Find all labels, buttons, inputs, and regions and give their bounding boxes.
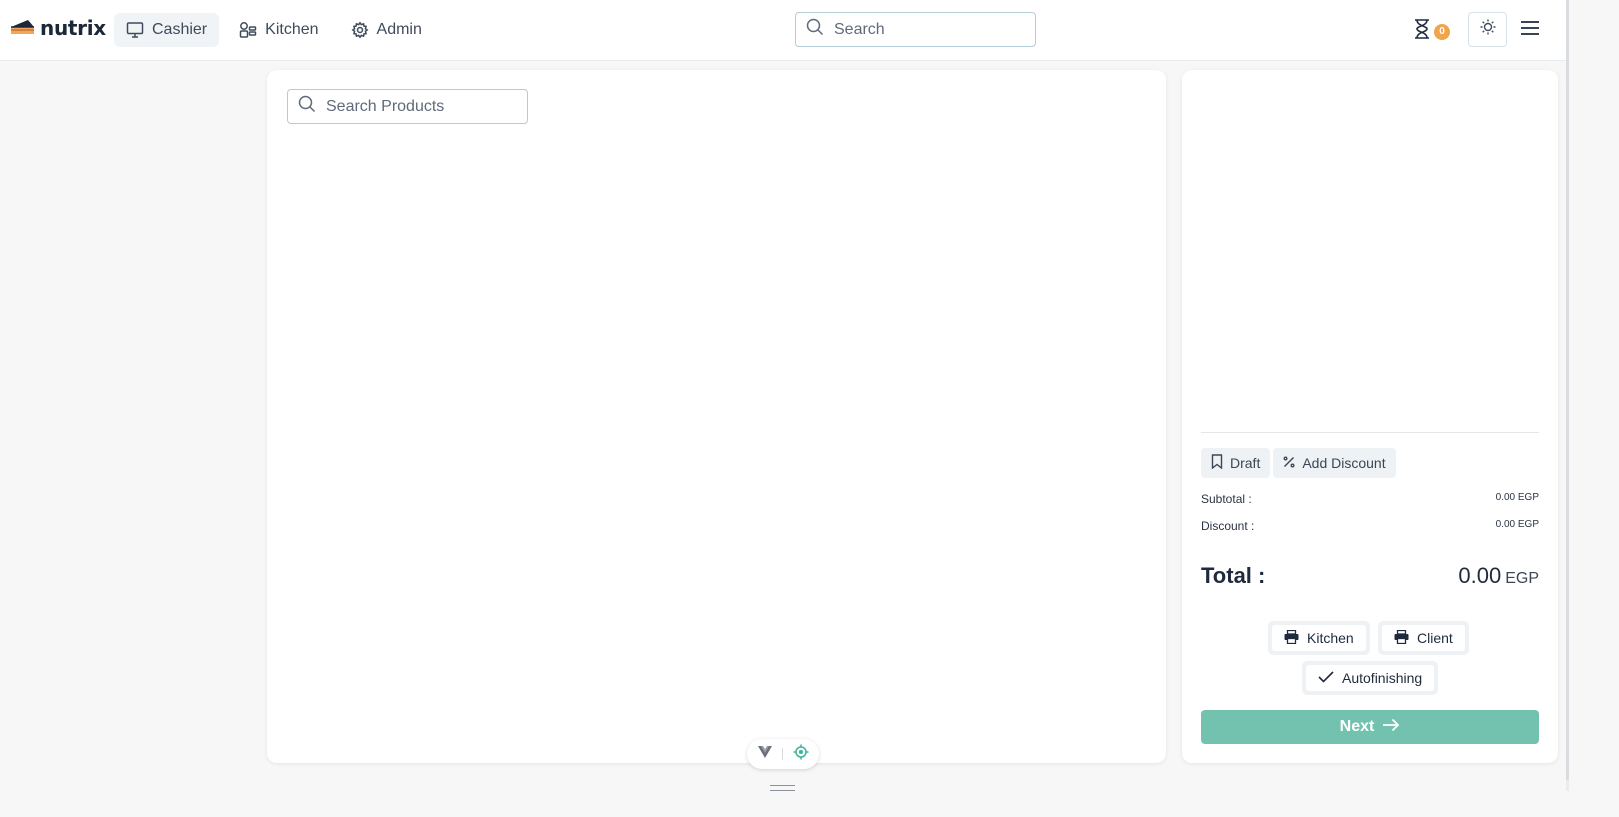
print-client-button[interactable]: Client bbox=[1382, 625, 1465, 651]
search-icon bbox=[806, 18, 824, 41]
cart-panel: Draft Add Discount Subtotal : 0.00 EGP D… bbox=[1182, 70, 1558, 763]
print-kitchen-wrap: Kitchen bbox=[1268, 621, 1370, 655]
arrow-right-icon bbox=[1382, 718, 1400, 737]
logo[interactable]: nutrix bbox=[10, 14, 106, 42]
total-currency: EGP bbox=[1505, 570, 1539, 587]
cake-logo-icon bbox=[10, 16, 36, 41]
theme-toggle-button[interactable] bbox=[1468, 12, 1507, 47]
search-icon bbox=[298, 95, 316, 118]
main-nav: Cashier Kitchen Admin bbox=[114, 13, 434, 47]
draft-label: Draft bbox=[1230, 455, 1261, 471]
products-panel bbox=[267, 70, 1166, 769]
total-label: Total : bbox=[1201, 563, 1266, 588]
pending-orders[interactable]: 0 bbox=[1412, 18, 1450, 45]
discount-label: Discount : bbox=[1201, 519, 1255, 533]
autofinishing-label: Autofinishing bbox=[1342, 670, 1423, 686]
main-menu-button[interactable] bbox=[1518, 18, 1542, 42]
print-client-label: Client bbox=[1417, 630, 1453, 646]
check-icon bbox=[1318, 670, 1334, 686]
kitchen-icon bbox=[239, 21, 257, 39]
nav-cashier-label: Cashier bbox=[152, 21, 208, 38]
nav-admin-label: Admin bbox=[376, 21, 422, 38]
product-search-input[interactable] bbox=[326, 97, 506, 116]
total-amount: 0.00 bbox=[1458, 563, 1502, 588]
printer-icon bbox=[1394, 629, 1409, 647]
subtotal-row: Subtotal : 0.00 EGP bbox=[1201, 492, 1539, 506]
cart-actions: Draft Add Discount bbox=[1201, 448, 1396, 478]
percent-icon bbox=[1283, 455, 1295, 471]
product-search bbox=[287, 89, 528, 124]
autofinishing-button[interactable]: Autofinishing bbox=[1306, 665, 1435, 691]
bottom-panel-bar bbox=[0, 777, 1566, 817]
monitor-icon bbox=[126, 21, 144, 39]
pending-count-badge: 0 bbox=[1434, 23, 1450, 40]
resize-handle[interactable] bbox=[770, 785, 795, 791]
nav-admin[interactable]: Admin bbox=[339, 13, 434, 47]
subtotal-value: 0.00 EGP bbox=[1495, 492, 1539, 503]
discount-row: Discount : 0.00 EGP bbox=[1201, 519, 1539, 533]
floating-toolbar bbox=[747, 739, 819, 769]
global-search-input[interactable] bbox=[834, 20, 1014, 39]
autofinishing-wrap: Autofinishing bbox=[1302, 661, 1439, 695]
sun-icon bbox=[1479, 18, 1497, 41]
add-discount-label: Add Discount bbox=[1302, 455, 1386, 471]
page-scrollbar[interactable] bbox=[1566, 0, 1569, 791]
print-kitchen-button[interactable]: Kitchen bbox=[1272, 625, 1366, 651]
discount-value: 0.00 EGP bbox=[1495, 519, 1539, 530]
next-label: Next bbox=[1339, 718, 1375, 735]
gear-icon bbox=[351, 21, 369, 39]
printer-icon bbox=[1284, 629, 1299, 647]
bookmark-icon bbox=[1211, 454, 1223, 472]
nav-kitchen-label: Kitchen bbox=[265, 21, 319, 38]
vue-devtools-icon[interactable] bbox=[757, 745, 772, 763]
top-bar: nutrix Cashier Kitchen Admin Search 0 bbox=[0, 0, 1566, 61]
print-kitchen-label: Kitchen bbox=[1307, 630, 1354, 646]
scrollbar-thumb[interactable] bbox=[1566, 0, 1569, 780]
crosshair-icon[interactable] bbox=[793, 744, 809, 765]
hamburger-menu-icon bbox=[1520, 20, 1540, 41]
logo-text: nutrix bbox=[40, 16, 106, 40]
toolbar-divider bbox=[781, 748, 783, 760]
total-row: Total : 0.00 EGP bbox=[1201, 563, 1539, 589]
draft-button[interactable]: Draft bbox=[1201, 448, 1271, 478]
print-client-wrap: Client bbox=[1378, 621, 1469, 655]
global-search bbox=[795, 12, 1036, 47]
subtotal-label: Subtotal : bbox=[1201, 492, 1252, 506]
add-discount-button[interactable]: Add Discount bbox=[1273, 448, 1396, 478]
next-button[interactable]: Next bbox=[1201, 710, 1539, 744]
nav-cashier[interactable]: Cashier bbox=[114, 13, 220, 47]
hourglass-icon bbox=[1412, 18, 1432, 45]
total-amount-group: 0.00 EGP bbox=[1458, 563, 1539, 589]
nav-kitchen[interactable]: Kitchen bbox=[227, 13, 330, 47]
cart-divider bbox=[1201, 432, 1539, 433]
